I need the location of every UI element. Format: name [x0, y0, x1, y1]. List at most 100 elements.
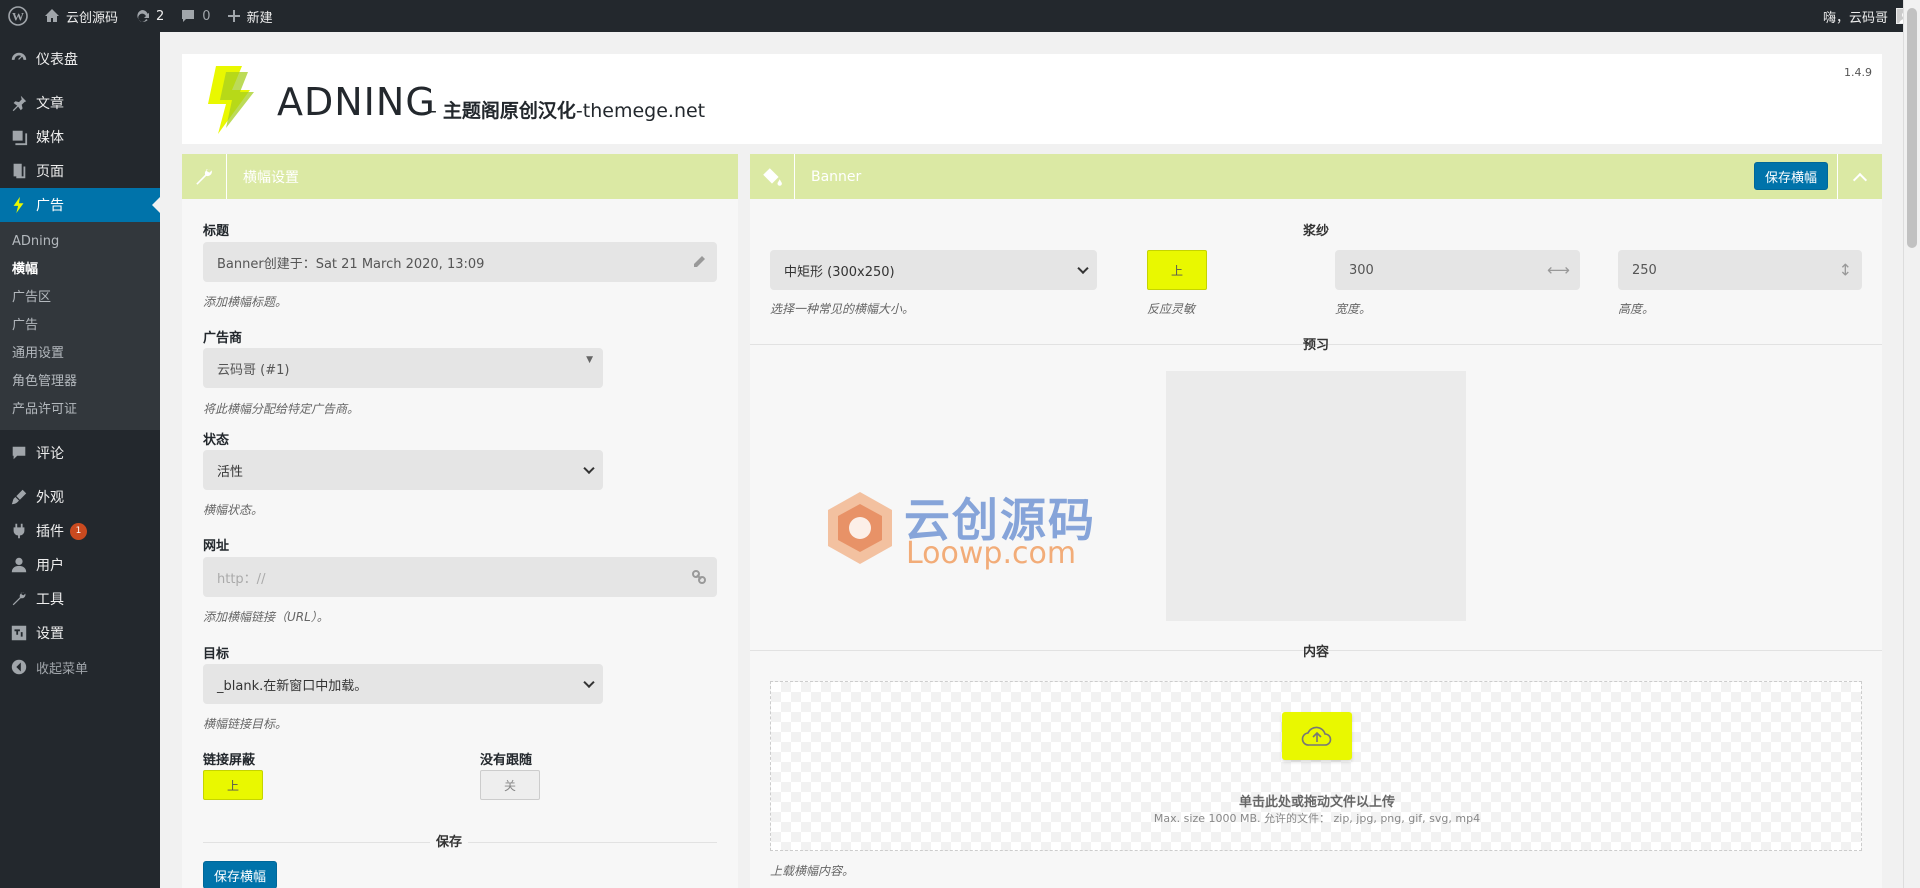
settings-icon [11, 625, 27, 641]
panel-title: 横幅设置 [243, 169, 299, 186]
banner-settings-header: 横幅设置 [182, 154, 738, 199]
media-icon [12, 130, 28, 146]
sidebar-item-settings[interactable]: 设置 [0, 616, 160, 650]
sidebar-item-pages[interactable]: 页面 [0, 154, 160, 188]
banner-preview-area [1166, 371, 1466, 621]
watermark-c-logo-icon [828, 492, 892, 564]
plus-icon [227, 9, 241, 23]
preview-section-title: 预习 [1302, 338, 1329, 353]
height-help: 高度。 [1618, 302, 1655, 316]
title-help: 添加横幅标题。 [203, 295, 288, 309]
submenu-item-general-settings[interactable]: 通用设置 [0, 340, 160, 368]
sidebar-item-media[interactable]: 媒体 [0, 120, 160, 154]
submenu-item-banners[interactable]: 横幅 [0, 256, 160, 284]
url-label: 网址 [203, 539, 230, 554]
updates-count: 2 [156, 8, 165, 24]
adning-bolt-logo-icon [208, 66, 254, 134]
collapse-menu-button[interactable]: 收起菜单 [0, 650, 160, 684]
status-select[interactable]: 活性 [203, 450, 603, 490]
save-banner-button-top[interactable]: 保存横幅 [1754, 162, 1828, 190]
sidebar-item-plugins[interactable]: 插件 1 [0, 514, 160, 548]
brand-title: ADNING [277, 80, 436, 124]
title-input[interactable]: Banner创建于：Sat 21 March 2020, 13:09 [203, 242, 717, 282]
chevron-down-icon [1077, 262, 1089, 275]
sidebar-item-tools[interactable]: 工具 [0, 582, 160, 616]
advertiser-value: 云码哥 (#1) [217, 362, 290, 378]
status-help: 横幅状态。 [203, 503, 264, 517]
panel-title: Banner [811, 168, 862, 185]
sidebar-item-dashboard[interactable]: 仪表盘 [0, 42, 160, 76]
ads-submenu: ADning 横幅 广告区 广告 通用设置 角色管理器 产品许可证 [0, 222, 160, 430]
plugin-icon [13, 523, 25, 539]
updates-icon [134, 8, 150, 24]
scrollbar-thumb[interactable] [1907, 8, 1917, 248]
cloud-upload-icon [1301, 726, 1332, 746]
admin-sidebar: 仪表盘 文章 媒体 页面 广告 ADning 横幅 广告区 广告 通用设置 角色… [0, 32, 160, 888]
sidebar-item-label: 外观 [36, 490, 64, 506]
collapse-panel-button[interactable] [1837, 154, 1882, 199]
watermark-en: Loowp.com [906, 536, 1077, 571]
page-icon [13, 163, 26, 179]
banner-settings-panel: 横幅设置 标题 Banner创建于：Sat 21 March 2020, 13:… [182, 154, 738, 888]
save-section-title: 保存 [430, 831, 469, 850]
sidebar-item-comments[interactable]: 评论 [0, 436, 160, 470]
sidebar-item-label: 评论 [36, 446, 64, 462]
svg-text:W: W [12, 10, 24, 24]
sidebar-item-label: 用户 [36, 558, 64, 574]
chevron-down-icon [583, 462, 595, 475]
sidebar-item-users[interactable]: 用户 [0, 548, 160, 582]
advertiser-help: 将此横幅分配给特定广告商。 [203, 402, 360, 416]
link-mask-label: 链接屏蔽 [203, 753, 256, 768]
upload-button[interactable] [1282, 712, 1352, 760]
submenu-item-role-manager[interactable]: 角色管理器 [0, 368, 160, 396]
sidebar-item-label: 仪表盘 [36, 52, 78, 68]
sizing-section-title: 浆纱 [1302, 224, 1329, 239]
target-select[interactable]: _blank.在新窗口中加载。 [203, 664, 603, 704]
submenu-item-adzones[interactable]: 广告区 [0, 284, 160, 312]
chevron-down-icon [583, 676, 595, 689]
advertiser-label: 广告商 [203, 331, 243, 346]
paint-bucket-icon [750, 154, 795, 199]
banner-size-select[interactable]: 中矩形 (300x250) [770, 250, 1097, 290]
site-name-link[interactable]: 云创源码 [36, 0, 126, 32]
status-value: 活性 [217, 464, 244, 480]
updates-link[interactable]: 2 [126, 0, 172, 32]
submenu-item-ads[interactable]: 广告 [0, 312, 160, 340]
sidebar-item-ads[interactable]: 广告 [0, 188, 160, 222]
comments-link[interactable]: 0 [172, 0, 218, 32]
save-banner-button-left[interactable]: 保存横幅 [203, 861, 277, 888]
responsive-toggle[interactable]: 上 [1147, 250, 1207, 290]
new-label: 新建 [246, 10, 273, 26]
wordpress-logo-icon[interactable]: W [0, 0, 36, 32]
sidebar-item-label: 插件 [36, 524, 64, 540]
dashboard-icon [11, 52, 27, 60]
sidebar-item-posts[interactable]: 文章 [0, 86, 160, 120]
submenu-item-adning[interactable]: ADning [0, 228, 160, 256]
advertiser-select[interactable]: 云码哥 (#1) ▼ [203, 348, 603, 388]
sidebar-item-label: 页面 [36, 164, 64, 180]
plugin-header: ADNING - 主题阁原创汉化-themege.net 1.4.9 [182, 54, 1882, 144]
link-mask-toggle[interactable]: 上 [203, 770, 263, 800]
url-input[interactable]: http：// [203, 557, 717, 597]
nofollow-toggle[interactable]: 关 [480, 770, 540, 800]
link-icon [691, 569, 707, 585]
brush-icon [11, 489, 27, 505]
height-input[interactable]: 250 ↕ [1618, 250, 1862, 290]
submenu-item-license[interactable]: 产品许可证 [0, 396, 160, 424]
watermark-logo: 云创源码 Loowp.com [820, 480, 1110, 580]
page-scrollbar[interactable] [1903, 0, 1920, 888]
upload-dropzone[interactable]: 单击此处或拖动文件以上传 Max. size 1000 MB. 允许的文件： z… [770, 681, 1862, 851]
target-value: _blank.在新窗口中加载。 [217, 678, 368, 694]
height-value: 250 [1632, 262, 1657, 278]
comments-count: 0 [202, 8, 211, 24]
wrench-icon [12, 592, 26, 606]
chevron-up-icon [1852, 172, 1868, 187]
width-input[interactable]: 300 ⟷ [1335, 250, 1580, 290]
bolt-icon [13, 196, 24, 214]
new-content-link[interactable]: 新建 [219, 0, 281, 32]
target-help: 横幅链接目标。 [203, 717, 288, 731]
width-help: 宽度。 [1335, 302, 1372, 316]
sidebar-item-appearance[interactable]: 外观 [0, 480, 160, 514]
collapse-arrow-icon [11, 659, 27, 675]
sidebar-item-label: 广告 [36, 198, 64, 214]
